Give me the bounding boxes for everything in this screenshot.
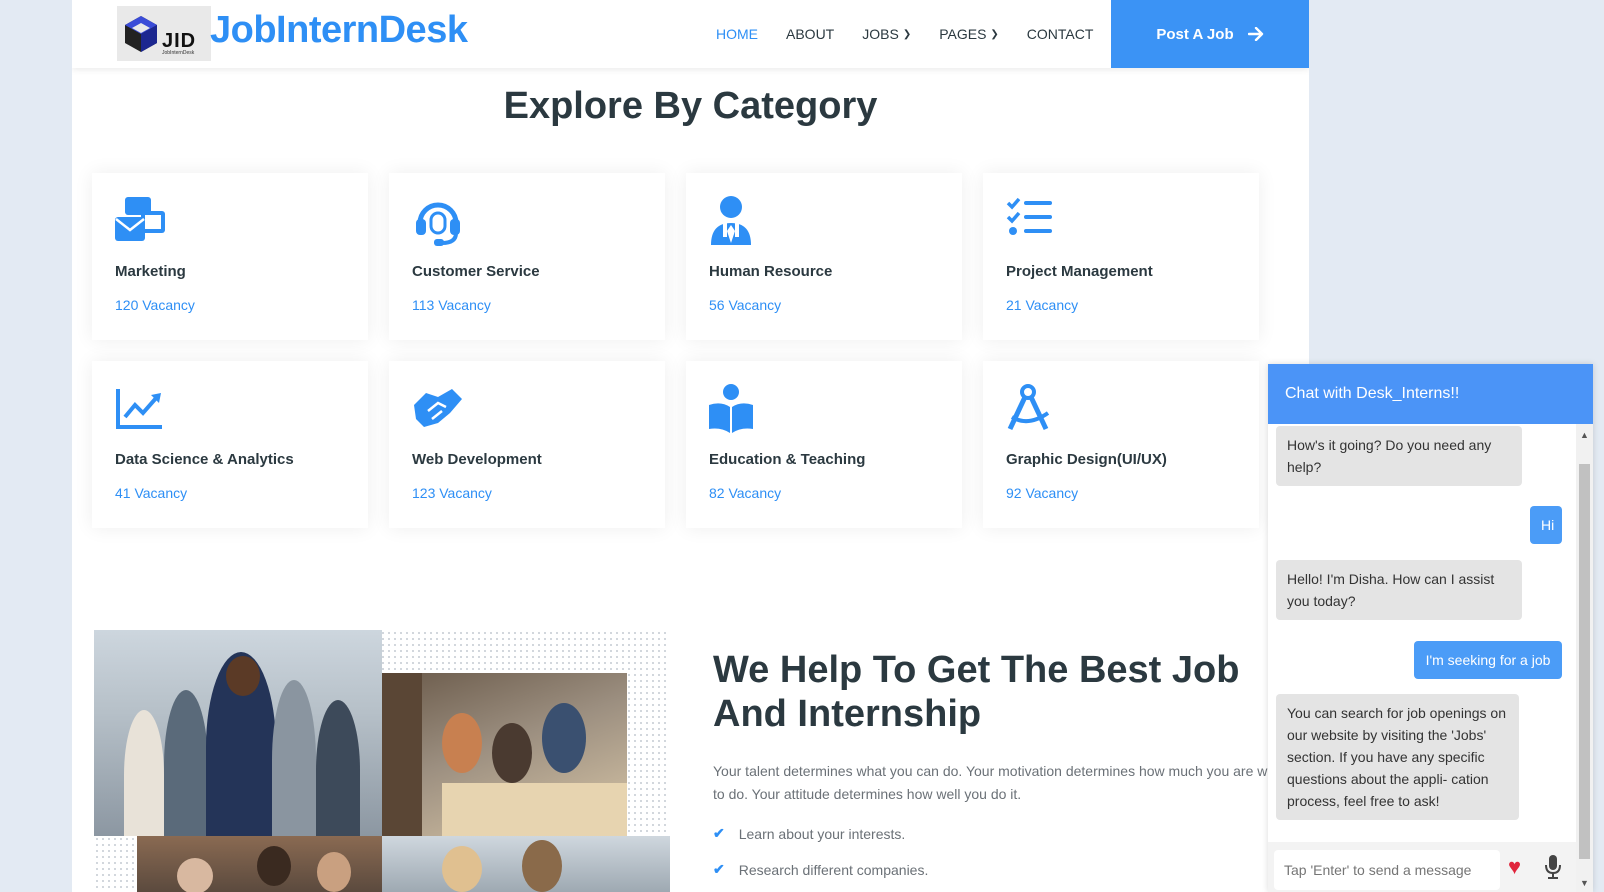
nav-about-label: ABOUT (786, 26, 835, 42)
check-icon: ✔ (713, 825, 725, 841)
category-card-human-resource[interactable]: Human Resource 56 Vacancy (686, 173, 962, 340)
nav-pages[interactable]: PAGES ❯ (939, 26, 999, 42)
nav-home[interactable]: HOME (716, 26, 758, 42)
post-job-button[interactable]: Post A Job (1111, 0, 1309, 68)
category-vacancy: 21 Vacancy (1006, 297, 1079, 313)
chat-widget: Chat with Desk_Interns!! How's it going?… (1268, 364, 1593, 892)
arrow-right-icon (1247, 27, 1263, 41)
bullet-text: Research different companies. (738, 861, 929, 878)
group-photo (382, 836, 670, 892)
chevron-down-icon: ❯ (902, 28, 912, 40)
navbar: JID JobInternDesk JobInternDesk HOME ABO… (72, 0, 1309, 68)
category-name: Education & Teaching (709, 451, 866, 468)
chevron-down-icon: ❯ (990, 28, 999, 40)
scroll-up-icon[interactable]: ▲ (1580, 430, 1589, 440)
meeting-photo (137, 836, 382, 892)
category-vacancy: 113 Vacancy (412, 297, 491, 313)
category-vacancy: 56 Vacancy (709, 297, 782, 313)
category-name: Project Management (1006, 263, 1153, 280)
nav-home-label: HOME (716, 26, 758, 42)
chat-message-input[interactable] (1274, 850, 1500, 890)
chat-message-bot: Hello! I'm Disha. How can I assist you t… (1276, 560, 1522, 620)
category-name: Customer Service (412, 263, 540, 280)
office-photo (382, 673, 627, 836)
category-card-customer-service[interactable]: Customer Service 113 Vacancy (389, 173, 665, 340)
check-icon: ✔ (713, 861, 725, 877)
chat-input-bar: ♥ (1268, 842, 1576, 892)
compass-drafting-icon (1007, 384, 1050, 431)
nav-contact[interactable]: CONTACT (1027, 26, 1094, 42)
about-text: Your talent determines what you can do. … (713, 763, 1296, 802)
nav-jobs-label: JOBS (862, 26, 899, 42)
category-vacancy: 123 Vacancy (412, 485, 492, 501)
user-tie-icon (711, 196, 751, 245)
category-card-education[interactable]: Education & Teaching 82 Vacancy (686, 361, 962, 528)
chart-line-icon (116, 389, 162, 429)
category-card-marketing[interactable]: Marketing 120 Vacancy (92, 173, 368, 340)
nav-contact-label: CONTACT (1026, 26, 1094, 42)
chat-header[interactable]: Chat with Desk_Interns!! (1268, 364, 1593, 424)
category-name: Graphic Design(UI/UX) (1006, 451, 1167, 468)
section-title: Explore By Category (503, 85, 878, 127)
team-photo (94, 630, 382, 836)
nav-pages-label: PAGES (939, 26, 987, 42)
list-item: ✔ Research different companies. (713, 861, 928, 878)
scrollbar-thumb[interactable] (1579, 464, 1590, 859)
brand-name[interactable]: JobInternDesk (210, 9, 468, 52)
category-vacancy: 41 Vacancy (115, 485, 188, 501)
headset-icon (416, 202, 460, 246)
logo[interactable]: JID JobInternDesk (117, 6, 211, 61)
category-name: Human Resource (709, 263, 833, 280)
logo-subtext: JobInternDesk (162, 50, 195, 56)
book-reader-icon (709, 384, 753, 433)
main-page: JID JobInternDesk JobInternDesk HOME ABO… (72, 0, 1309, 892)
category-card-data-science[interactable]: Data Science & Analytics 41 Vacancy (92, 361, 368, 528)
chat-message-bot: How's it going? Do you need any help? (1276, 426, 1522, 486)
category-name: Marketing (115, 263, 186, 280)
chat-scrollbar[interactable]: ▲ ▼ (1576, 424, 1593, 892)
category-vacancy: 92 Vacancy (1006, 485, 1079, 501)
category-vacancy: 120 Vacancy (115, 297, 195, 313)
logo-cube-icon (125, 16, 157, 52)
chat-message-user: I'm seeking for a job (1414, 641, 1562, 679)
category-name: Data Science & Analytics (115, 451, 294, 468)
microphone-icon[interactable] (1543, 854, 1563, 880)
about-title: We Help To Get The Best Job And Internsh… (713, 649, 1240, 735)
bullet-text: Learn about your interests. (738, 825, 906, 842)
handshake-icon (414, 389, 462, 427)
mail-icon (115, 197, 165, 241)
nav-jobs[interactable]: JOBS ❯ (862, 26, 911, 42)
category-vacancy: 82 Vacancy (709, 485, 782, 501)
main-nav: HOME ABOUT JOBS ❯ PAGES ❯ CONTACT (716, 0, 1093, 68)
category-name: Web Development (412, 451, 542, 468)
chat-message-bot: You can search for job openings on our w… (1276, 694, 1519, 820)
scroll-down-icon[interactable]: ▼ (1580, 878, 1589, 888)
category-card-project-management[interactable]: Project Management 21 Vacancy (983, 173, 1259, 340)
heart-icon[interactable]: ♥ (1508, 854, 1521, 880)
list-item: ✔ Learn about your interests. (713, 825, 905, 842)
post-job-label: Post A Job (1156, 25, 1234, 43)
task-list-icon (1006, 197, 1052, 235)
category-card-graphic-design[interactable]: Graphic Design(UI/UX) 92 Vacancy (983, 361, 1259, 528)
category-card-web-development[interactable]: Web Development 123 Vacancy (389, 361, 665, 528)
chat-message-user: Hi (1530, 506, 1562, 544)
nav-about[interactable]: ABOUT (786, 26, 834, 42)
